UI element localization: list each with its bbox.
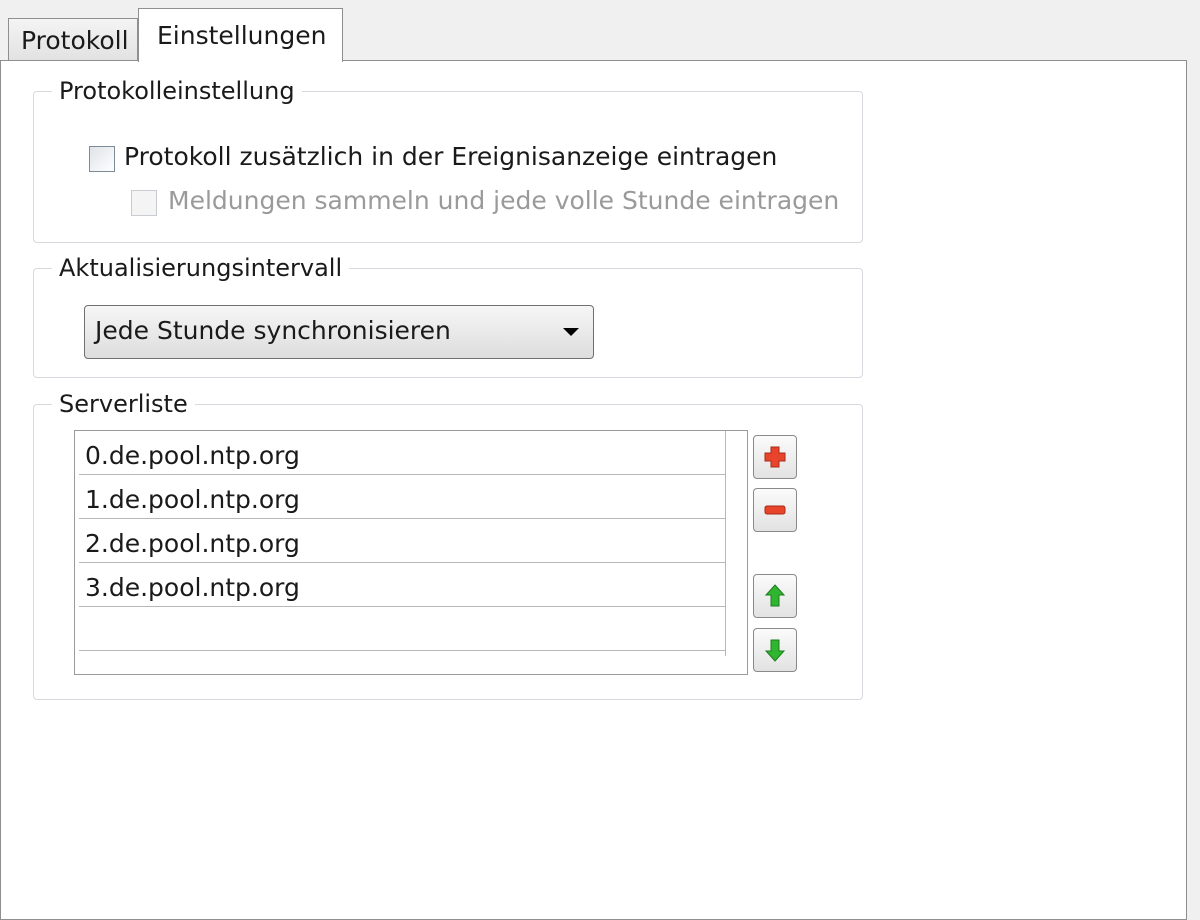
- tab-einstellungen-label: Einstellungen: [157, 21, 327, 50]
- update-interval-select[interactable]: Jede Stunde synchronisieren: [84, 305, 594, 359]
- add-server-button[interactable]: [753, 435, 797, 479]
- remove-server-button[interactable]: [753, 488, 797, 532]
- update-interval-title: Aktualisierungsintervall: [52, 253, 350, 283]
- server-name: 3.de.pool.ntp.org: [85, 573, 300, 602]
- list-item[interactable]: [79, 607, 725, 651]
- protocol-settings-title: Protokolleinstellung: [52, 76, 302, 106]
- list-item[interactable]: 1.de.pool.ntp.org: [79, 475, 725, 519]
- protocol-settings-group: Protokolleinstellung Protokoll zusätzlic…: [33, 76, 863, 243]
- arrow-up-icon: [764, 584, 786, 607]
- server-list-title: Serverliste: [52, 389, 195, 419]
- update-interval-group: Aktualisierungsintervall Jede Stunde syn…: [33, 253, 863, 378]
- server-name: 2.de.pool.ntp.org: [85, 529, 300, 558]
- update-interval-selected-value: Jede Stunde synchronisieren: [95, 316, 451, 345]
- hourly-collect-checkbox[interactable]: [131, 190, 157, 216]
- settings-panel: Protokolleinstellung Protokoll zusätzlic…: [0, 60, 1187, 920]
- arrow-down-icon: [764, 639, 786, 662]
- tab-protokoll-label: Protokoll: [21, 26, 129, 55]
- move-up-button[interactable]: [753, 574, 797, 618]
- tab-einstellungen[interactable]: Einstellungen: [138, 8, 343, 62]
- plus-icon: [764, 446, 786, 468]
- list-item[interactable]: 2.de.pool.ntp.org: [79, 519, 725, 563]
- chevron-down-icon: [563, 328, 579, 336]
- minus-icon: [764, 505, 786, 515]
- list-item[interactable]: 0.de.pool.ntp.org: [79, 431, 725, 475]
- tab-protokoll[interactable]: Protokoll: [8, 18, 138, 62]
- server-list: 0.de.pool.ntp.org 1.de.pool.ntp.org 2.de…: [79, 431, 726, 656]
- list-item[interactable]: 3.de.pool.ntp.org: [79, 563, 725, 607]
- server-list-group: Serverliste 0.de.pool.ntp.org 1.de.pool.…: [33, 389, 863, 700]
- server-name: 1.de.pool.ntp.org: [85, 485, 300, 514]
- hourly-collect-checkbox-label: Meldungen sammeln und jede volle Stunde …: [168, 186, 840, 215]
- server-name: 0.de.pool.ntp.org: [85, 441, 300, 470]
- move-down-button[interactable]: [753, 628, 797, 672]
- server-listbox[interactable]: 0.de.pool.ntp.org 1.de.pool.ntp.org 2.de…: [74, 430, 748, 675]
- event-log-checkbox[interactable]: [89, 146, 115, 172]
- event-log-checkbox-label[interactable]: Protokoll zusätzlich in der Ereignisanze…: [124, 142, 777, 172]
